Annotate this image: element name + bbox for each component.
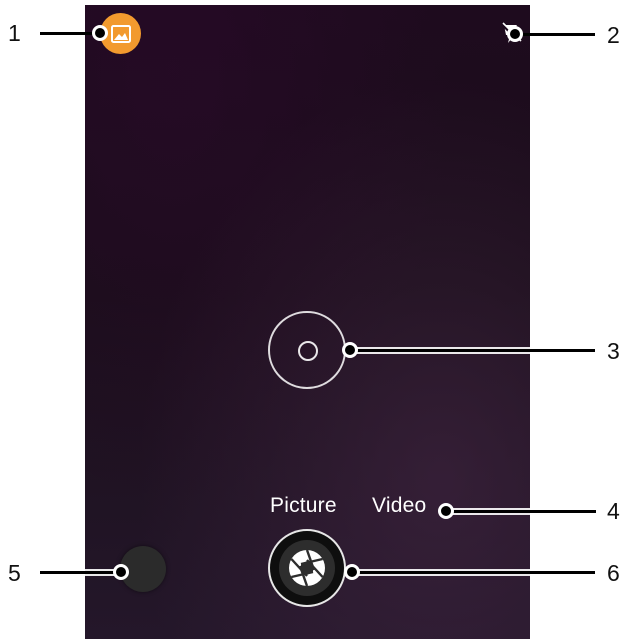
camera-switch-icon[interactable] [120,546,166,592]
callout-line-1 [40,32,100,35]
callout-dot-5 [116,567,126,577]
gallery-button[interactable] [100,13,141,54]
callout-dot-1 [95,28,105,38]
callout-dot-6 [347,567,357,577]
callout-number-1: 1 [8,20,21,46]
callout-line-5 [40,571,120,574]
callout-number-4: 4 [607,498,620,524]
callout-number-3: 3 [607,338,620,364]
mode-video[interactable]: Video [372,494,426,518]
mode-picture[interactable]: Picture [270,494,337,518]
callout-number-6: 6 [607,560,620,586]
callout-line-2 [515,33,595,36]
callout-line-6 [352,571,595,574]
callout-number-2: 2 [607,22,620,48]
callout-line-4 [446,510,596,513]
callout-dot-3 [345,345,355,355]
callout-number-5: 5 [8,560,21,586]
aperture-icon [289,549,325,587]
shutter-button[interactable] [268,529,346,607]
gallery-icon [110,24,131,43]
callout-line-3 [350,349,595,352]
callout-dot-4 [441,506,451,516]
focus-icon [298,341,318,361]
callout-dot-2 [510,29,520,39]
shutter-inner [279,540,335,596]
